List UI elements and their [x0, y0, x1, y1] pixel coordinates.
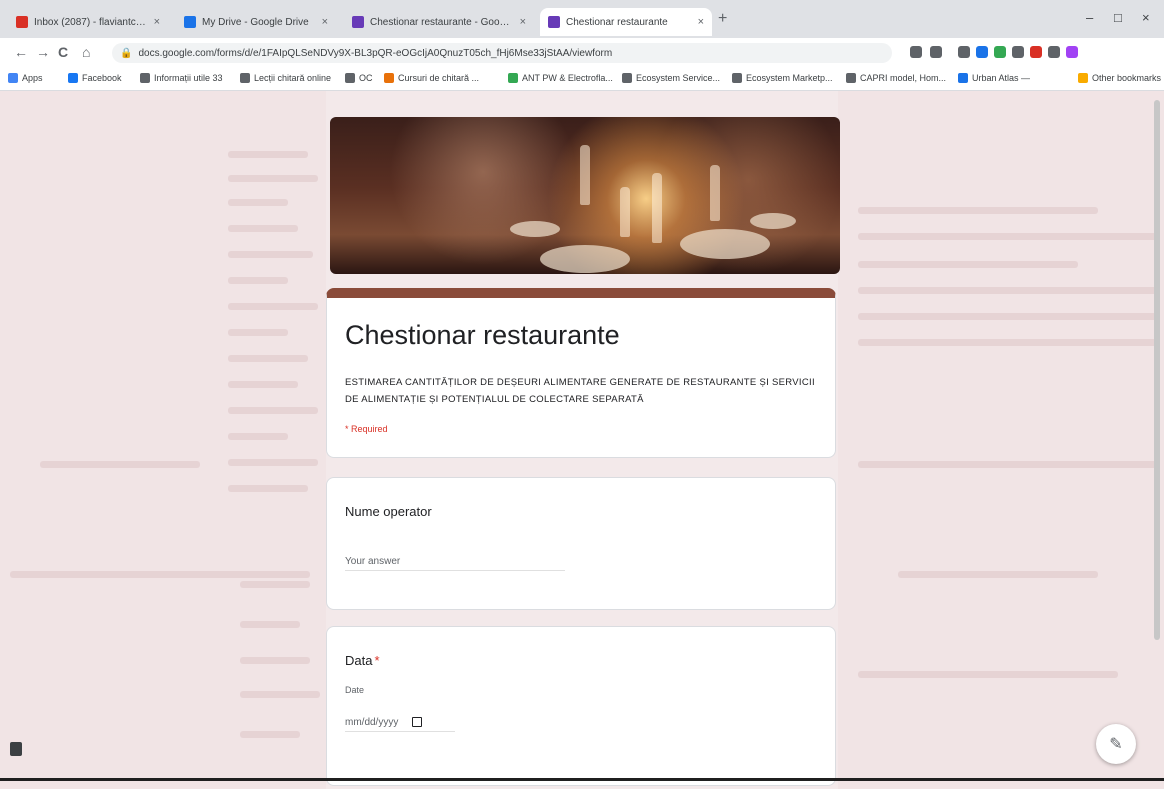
extension-icon[interactable] [1066, 46, 1078, 58]
tab-label: My Drive - Google Drive [202, 16, 309, 28]
scrollbar[interactable] [1154, 100, 1160, 640]
tab-strip: Inbox (2087) - flaviantcoseanu... × My D… [0, 0, 1164, 38]
close-icon[interactable]: × [154, 16, 160, 28]
question-card-nume-operator: Nume operator [326, 477, 836, 610]
bookmark-cursuri[interactable]: Cursuri de chitară ... [384, 73, 479, 83]
globe-icon [622, 73, 632, 83]
nume-operator-input[interactable] [345, 552, 565, 571]
extension-icon[interactable] [1030, 46, 1042, 58]
bookmark-informatii[interactable]: Informații utile 33 [140, 73, 223, 83]
question-title: Nume operator [345, 504, 432, 519]
bookmark-oc[interactable]: OC [345, 73, 373, 83]
tab-label: Chestionar restaurante - Google ... [370, 16, 514, 28]
reload-button[interactable]: C [58, 44, 68, 60]
forms-icon [548, 16, 560, 28]
bookmark-other[interactable]: Other bookmarks [1078, 73, 1161, 83]
lock-icon: 🔒 [120, 47, 133, 59]
bookmark-capri[interactable]: CAPRI model, Hom... [846, 73, 946, 83]
bookmark-facebook[interactable]: Facebook [68, 73, 122, 83]
tab-forms-view[interactable]: Chestionar restaurante × [540, 8, 712, 36]
bottom-edge [0, 778, 1164, 781]
close-window-button[interactable]: × [1142, 10, 1150, 25]
edit-button[interactable]: ✎ [1096, 724, 1136, 764]
pencil-icon: ✎ [1109, 736, 1123, 753]
address-text: docs.google.com/forms/d/e/1FAIpQLSeNDVy9… [138, 47, 613, 59]
extension-icon[interactable] [1084, 46, 1096, 58]
star-icon[interactable] [930, 46, 942, 58]
extension-icon[interactable] [976, 46, 988, 58]
tab-label: Inbox (2087) - flaviantcoseanu... [34, 16, 148, 28]
bookmark-ecosystem-service[interactable]: Ecosystem Service... [622, 73, 720, 83]
bookmark-icon [384, 73, 394, 83]
form-title: Chestionar restaurante [345, 320, 620, 350]
globe-icon [345, 73, 355, 83]
apps-icon [8, 73, 18, 83]
close-icon[interactable]: × [520, 16, 526, 28]
globe-icon [140, 73, 150, 83]
minimize-button[interactable]: – [1086, 10, 1093, 25]
search-icon[interactable] [910, 46, 922, 58]
maximize-button[interactable]: □ [1114, 10, 1122, 25]
date-sub-label: Date [345, 685, 365, 695]
globe-icon [846, 73, 856, 83]
extension-icon[interactable] [1012, 46, 1024, 58]
drive-icon [184, 16, 196, 28]
forward-button[interactable]: → [36, 44, 50, 60]
required-asterisk: * [374, 653, 380, 668]
form-header-image [330, 117, 840, 274]
profile-avatar[interactable] [1104, 46, 1116, 58]
form-description: ESTIMAREA CANTITĂȚILOR DE DEȘEURI ALIMEN… [345, 377, 815, 405]
gmail-icon [16, 16, 28, 28]
extension-icon[interactable] [958, 46, 970, 58]
bookmark-ant[interactable]: ANT PW & Electrofla... [508, 73, 613, 83]
close-icon[interactable]: × [322, 16, 328, 28]
bookmark-lectii[interactable]: Lecții chitară online [240, 73, 331, 83]
bookmark-icon [508, 73, 518, 83]
background-left-panel [0, 91, 326, 789]
bookmarks-bar: Apps Facebook Informații utile 33 Lecții… [0, 68, 1164, 91]
extension-icon[interactable] [994, 46, 1006, 58]
tab-gmail[interactable]: Inbox (2087) - flaviantcoseanu... × [8, 8, 168, 36]
tab-forms-editor[interactable]: Chestionar restaurante - Google ... × [344, 8, 534, 36]
globe-icon [958, 73, 968, 83]
question-card-data: Data * Date mm/dd/yyyy [326, 626, 836, 786]
tab-label: Chestionar restaurante [566, 16, 668, 28]
form-title-card: Chestionar restaurante ESTIMAREA CANTITĂ… [326, 288, 836, 458]
bookmark-apps[interactable]: Apps [8, 73, 43, 83]
globe-icon [240, 73, 250, 83]
globe-icon [732, 73, 742, 83]
facebook-icon [68, 73, 78, 83]
bookmark-urban-atlas[interactable]: Urban Atlas — [958, 73, 1030, 83]
address-bar[interactable]: 🔒 docs.google.com/forms/d/e/1FAIpQLSeNDV… [112, 43, 892, 63]
browser-toolbar: ← → C ⌂ 🔒 docs.google.com/forms/d/e/1FAI… [0, 38, 1164, 69]
required-note: * Required [345, 424, 388, 434]
home-button[interactable]: ⌂ [82, 44, 90, 60]
back-button[interactable]: ← [14, 44, 28, 60]
bookmark-ecosystem-market[interactable]: Ecosystem Marketp... [732, 73, 833, 83]
new-tab-button[interactable]: + [718, 10, 727, 28]
forms-icon [352, 16, 364, 28]
background-right-panel [838, 91, 1164, 789]
question-title: Data * [345, 653, 380, 668]
document-icon [10, 742, 22, 756]
calendar-icon[interactable] [412, 717, 423, 727]
extension-icon[interactable] [1048, 46, 1060, 58]
folder-icon [1078, 73, 1088, 83]
tab-drive[interactable]: My Drive - Google Drive × [176, 8, 336, 36]
date-input[interactable]: mm/dd/yyyy [345, 713, 455, 732]
date-placeholder: mm/dd/yyyy [345, 716, 399, 728]
close-icon[interactable]: × [698, 16, 704, 28]
